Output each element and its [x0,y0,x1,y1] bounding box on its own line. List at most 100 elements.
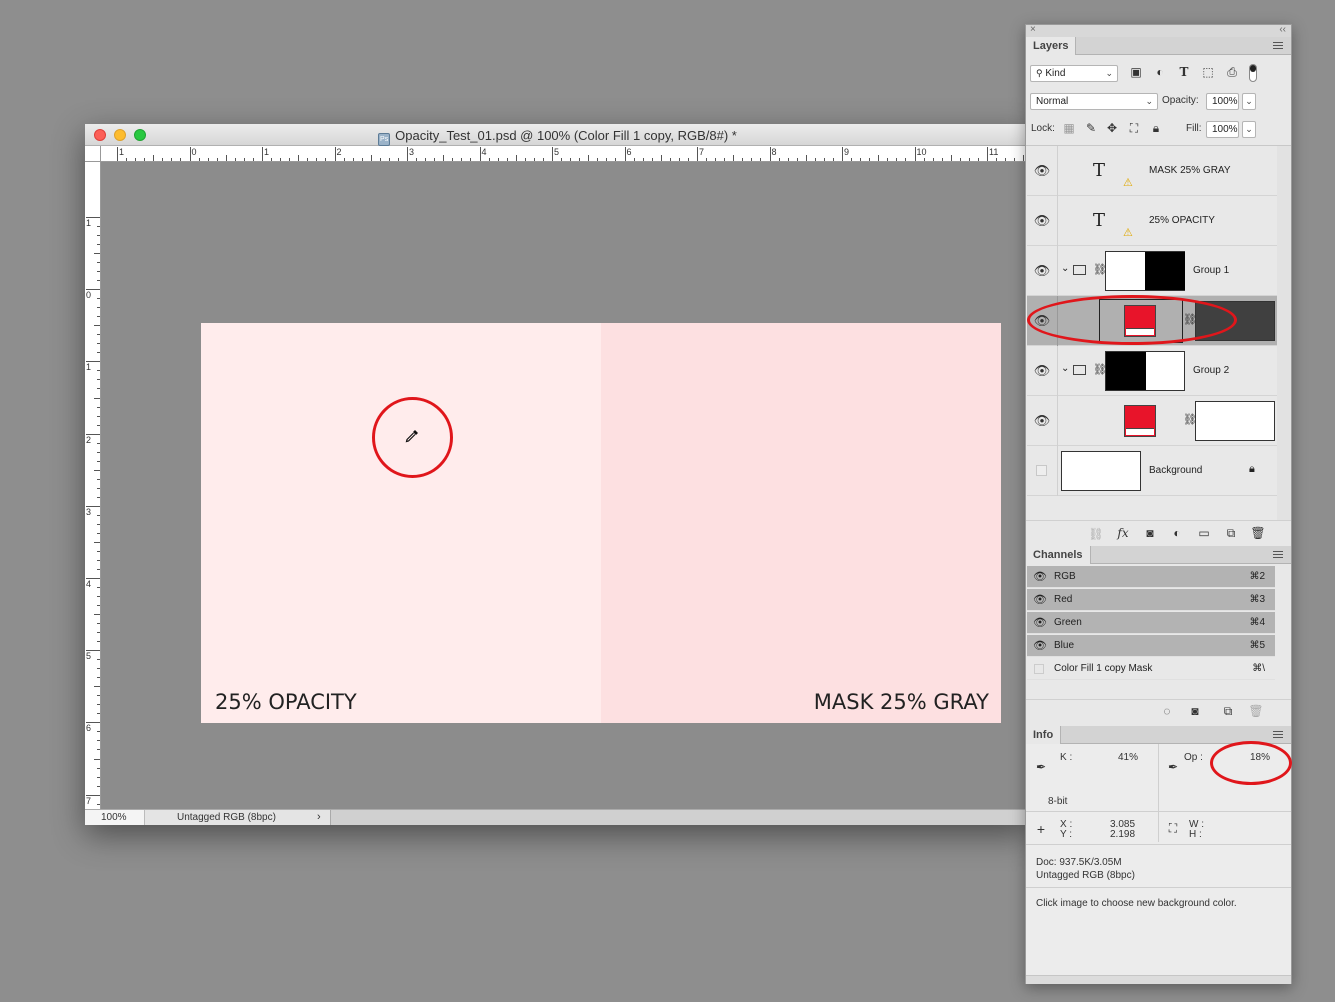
ruler-tick [407,147,408,161]
blend-mode-value: Normal [1036,96,1069,107]
filter-pixel-icon[interactable]: ▣ [1129,65,1143,79]
background-thumbnail[interactable] [1061,451,1141,491]
horizontal-ruler[interactable]: 1 0 1 2 3 4 5 6 7 8 9 10 11 [85,146,1030,162]
document-titlebar[interactable]: Ps Opacity_Test_01.psd @ 100% (Color Fill… [85,124,1030,146]
visibility-eye-icon[interactable]: 👁︎ [1033,346,1051,396]
ruler-tick [86,650,100,652]
ruler-tick [117,147,118,161]
channel-row[interactable]: Color Fill 1 copy Mask ⌘\ [1027,658,1275,680]
eyedropper-cursor-icon [405,430,418,443]
layer-mask-thumbnail[interactable] [1195,401,1275,441]
channels-panel-menu-icon[interactable] [1273,551,1283,558]
layer-row[interactable]: 👁︎ T ⚠ MASK 25% GRAY [1027,146,1277,196]
chevron-down-icon[interactable]: ⌄ [1061,263,1069,274]
status-menu-arrow-icon[interactable]: › [317,811,321,823]
tab-channels[interactable]: Channels [1026,546,1091,564]
channel-name: Color Fill 1 copy Mask [1054,663,1153,674]
tab-layers[interactable]: Layers [1026,37,1077,55]
visibility-eye-icon[interactable]: 👁︎ [1033,612,1047,634]
y-label: Y : [1060,829,1073,840]
lock-all-icon[interactable]: 🔒︎ [1149,121,1163,136]
opacity-input[interactable]: 100% [1206,93,1239,110]
ruler-origin[interactable] [85,146,101,162]
channel-name: RGB [1054,571,1076,582]
add-mask-icon[interactable]: ◙ [1142,526,1158,540]
ruler-number: 2 [86,434,92,445]
layer-row[interactable]: 👁︎ ⌄ ⛓ Group 2 [1027,346,1277,396]
art-right-panel[interactable]: MASK 25% GRAY [601,323,1001,723]
ruler-number: 5 [86,651,92,662]
info-panel-menu-icon[interactable] [1273,731,1283,738]
lock-transparent-icon[interactable]: ▦ [1062,121,1076,135]
lock-image-icon[interactable]: ✎ [1084,121,1098,135]
trash-icon[interactable]: 🗑︎ [1250,526,1266,540]
fill-color-thumbnail[interactable] [1124,405,1156,437]
ruler-tick [733,155,735,161]
tab-info[interactable]: Info [1026,726,1062,744]
new-layer-icon[interactable]: ⧉ [1223,526,1239,541]
zoom-level[interactable]: 100% [101,812,127,823]
new-channel-icon[interactable]: ⧉ [1220,704,1236,719]
lock-artboard-icon[interactable]: ⛶ [1127,121,1141,136]
horizontal-scrollbar[interactable] [330,810,1030,825]
layer-list-scrollbar[interactable] [1277,146,1291,521]
trash-icon[interactable]: 🗑︎ [1248,704,1264,718]
channel-list[interactable]: 👁︎ RGB ⌘2 👁︎ Red ⌘3 👁︎ Green ⌘4 👁︎ Blue … [1026,566,1291,684]
chevron-down-icon[interactable]: ⌄ [1061,363,1069,374]
visibility-eye-icon[interactable]: 👁︎ [1033,635,1047,657]
visibility-eye-icon[interactable]: 👁︎ [1033,246,1051,296]
channel-row[interactable]: 👁︎ Blue ⌘5 [1027,635,1275,657]
art-left-panel[interactable]: 25% OPACITY [201,323,601,723]
ruler-tick [624,147,626,161]
fill-dropdown-icon[interactable]: ⌄ [1242,121,1256,138]
channel-row[interactable]: 👁︎ Green ⌘4 [1027,612,1275,634]
new-group-icon[interactable]: ▭ [1196,526,1212,540]
filter-shape-icon[interactable]: ⬚ [1201,65,1215,79]
layer-row[interactable]: 👁︎ ⌄ ⛓ Group 1 [1027,246,1277,296]
visibility-eye-icon[interactable]: 👁︎ [1033,589,1047,611]
channel-row[interactable]: 👁︎ Red ⌘3 [1027,589,1275,611]
artboard[interactable]: 25% OPACITY MASK 25% GRAY [201,323,1001,723]
selection-icon[interactable]: ◌ [1159,704,1175,718]
save-selection-icon[interactable]: ◙ [1187,704,1203,718]
ruler-number: 10 [916,147,927,157]
visibility-toggle-off[interactable] [1036,465,1047,476]
transform-size-icon: ⛶ [1168,821,1178,835]
layer-name: Group 2 [1193,365,1230,376]
channel-row[interactable]: 👁︎ RGB ⌘2 [1027,566,1275,588]
close-panel-icon[interactable]: × [1030,24,1036,35]
layer-row[interactable]: 👁︎ ⛓ [1027,396,1277,446]
panel-resize-grip[interactable] [1026,975,1291,984]
visibility-eye-icon[interactable]: 👁︎ [1033,396,1051,446]
visibility-toggle-off[interactable] [1034,664,1044,674]
visibility-eye-icon[interactable]: 👁︎ [1033,146,1051,196]
collapse-panel-icon[interactable]: ‹‹ [1279,24,1286,35]
visibility-eye-icon[interactable]: 👁︎ [1033,196,1051,246]
ruler-number: 7 [699,147,705,157]
opacity-dropdown-icon[interactable]: ⌄ [1242,93,1256,110]
ruler-number: 1 [264,147,270,157]
visibility-eye-icon[interactable]: 👁︎ [1033,566,1047,588]
layer-row[interactable]: Background 🔒︎ [1027,446,1277,496]
fill-input[interactable]: 100% [1206,121,1239,138]
group-mask-thumbnail[interactable] [1105,251,1185,291]
vertical-ruler[interactable]: 1 0 1 2 3 4 5 6 7 [85,162,101,809]
filter-smart-object-icon[interactable]: ⎙ [1225,65,1239,80]
ruler-tick [94,397,100,399]
filter-type-icon[interactable]: T [1177,65,1191,79]
layers-panel-menu-icon[interactable] [1273,42,1283,49]
document-window[interactable]: Ps Opacity_Test_01.psd @ 100% (Color Fill… [85,124,1030,825]
fx-icon[interactable]: fx [1115,526,1131,540]
filter-adjustment-icon[interactable]: ◐ [1153,65,1167,79]
filter-toggle[interactable] [1249,64,1257,82]
group-mask-thumbnail[interactable] [1105,351,1185,391]
layer-filter-select[interactable]: ⚲ Kind ⌄ [1030,65,1118,82]
blend-mode-select[interactable]: Normal ⌄ [1030,93,1158,110]
layer-row[interactable]: 👁︎ T ⚠ 25% OPACITY [1027,196,1277,246]
canvas-area[interactable]: 25% OPACITY MASK 25% GRAY [101,162,1030,809]
adjustment-layer-icon[interactable]: ◐ [1169,526,1185,540]
link-layers-icon[interactable]: ⛓ [1088,527,1104,541]
panel-dock[interactable]: × ‹‹ Layers ⚲ Kind ⌄ ▣ ◐ T ⬚ ⎙ Normal ⌄ … [1025,24,1292,984]
lock-position-icon[interactable]: ✥ [1105,121,1119,135]
channel-shortcut: ⌘3 [1249,594,1265,605]
